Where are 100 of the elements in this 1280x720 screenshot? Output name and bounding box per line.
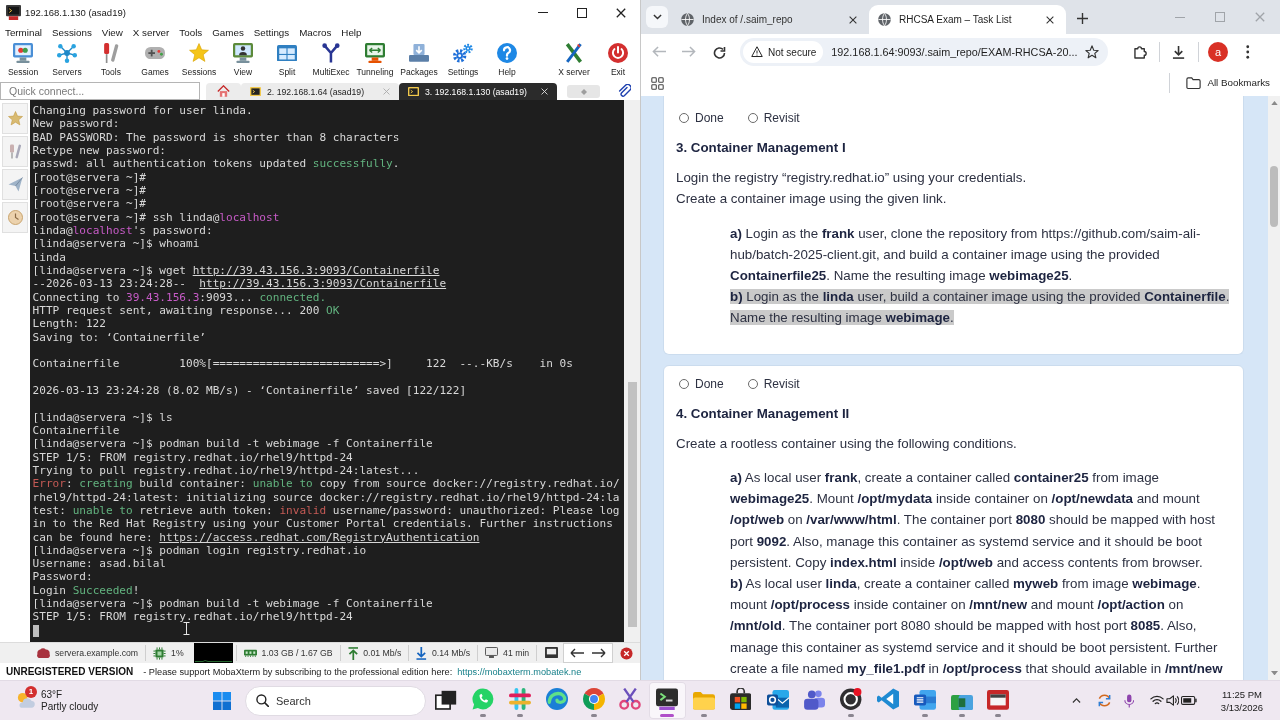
- terminal-line: 2026-03-13 23:24:28 (8.02 MB/s) - ‘Containerfile’ saved [122/122]: [32, 383, 468, 398]
- quick-connect-field[interactable]: Quick connect...: [0, 82, 200, 100]
- terminal-link[interactable]: http://39.43.156.3:9093/Containerfile: [199, 277, 447, 291]
- toolbar-button[interactable]: Tools: [89, 41, 133, 82]
- search-field[interactable]: Search: [245, 685, 426, 716]
- session-tab[interactable]: 3. 192.168.1.130 (asad19): [399, 83, 557, 100]
- bookmarks-folder[interactable]: All Bookmarks: [1186, 77, 1270, 89]
- menu-item[interactable]: X server: [127, 25, 175, 41]
- toolbar-button[interactable]: Tunneling: [353, 41, 397, 82]
- paper-plane-icon: [7, 177, 23, 192]
- terminal-line: [linda@servera ~]$ ls: [32, 410, 174, 424]
- back-arrow-icon: [652, 46, 666, 58]
- color-wheel-icon: [582, 688, 605, 710]
- scrollbar[interactable]: [1268, 96, 1280, 680]
- toolbar-button[interactable]: View: [221, 41, 265, 82]
- home-tab[interactable]: [206, 83, 241, 100]
- tab-list-button[interactable]: [646, 6, 668, 28]
- radio-button[interactable]: [747, 378, 758, 389]
- document-icon: [913, 690, 936, 710]
- profile-avatar[interactable]: a: [1208, 42, 1228, 62]
- radio-label[interactable]: Done: [695, 111, 724, 125]
- sun-cloud-icon: [16, 692, 35, 709]
- overlapping-squares-icon: [950, 694, 973, 710]
- task-heading: 4. Container Management II: [676, 404, 851, 423]
- star-icon: [7, 111, 23, 126]
- menu-item[interactable]: Macros: [294, 25, 337, 41]
- terminal-line: Containerfile 100%[=========================>] 122 --.-KB/s in 0s: [32, 357, 574, 371]
- status-text: 1%: [171, 648, 184, 658]
- menu-item[interactable]: Tools: [174, 25, 208, 41]
- toolbar-button[interactable]: Servers: [45, 41, 89, 82]
- radio-button[interactable]: [679, 378, 689, 389]
- download-icon: [416, 646, 427, 660]
- terminal-line: [linda@servera ~]$ whoami: [32, 237, 201, 251]
- cloud-icon: [37, 647, 50, 659]
- terminal-line: Containerfile: [32, 423, 121, 438]
- terminal-line: STEP 1/5: FROM registry.redhat.io/rhel9/httpd-24: [32, 610, 354, 624]
- weather-widget[interactable]: 1 63°F Partly cloudy: [16, 688, 210, 713]
- menu-item[interactable]: View: [96, 25, 128, 41]
- terminal-line: [root@servera ~]#: [32, 197, 147, 211]
- unregistered-label: UNREGISTERED VERSION: [6, 666, 134, 677]
- toolbar-button[interactable]: Session: [1, 41, 45, 82]
- left-arrow-icon: [570, 648, 584, 658]
- window-tile-icon: [987, 690, 1010, 710]
- menu-item[interactable]: Settings: [248, 25, 295, 41]
- gamepad-icon: [145, 46, 165, 60]
- monitor-icon: [485, 647, 499, 659]
- menu-item[interactable]: Terminal: [0, 25, 48, 41]
- chevron-up-icon: [1071, 697, 1081, 704]
- toolbar-button[interactable]: Split: [265, 41, 309, 82]
- scrollbar-thumb[interactable]: [1270, 166, 1278, 228]
- browser-tab[interactable]: RHCSA Exam – Task List: [869, 5, 1066, 34]
- task-text: Create a rootless container using the following conditions.: [676, 434, 1018, 453]
- paperclip-icon[interactable]: [618, 84, 631, 97]
- scrollbar-thumb[interactable]: [627, 382, 637, 627]
- status-text: 41 min: [503, 648, 530, 658]
- radio-label[interactable]: Done: [695, 376, 724, 391]
- browser-tab[interactable]: Index of /.saim_repo: [672, 5, 869, 34]
- terminal-window-icon: [6, 5, 21, 20]
- toolbar-button[interactable]: Settings: [441, 41, 485, 82]
- radio-button[interactable]: [747, 113, 758, 123]
- clock-time[interactable]: 11:25 PM: [1222, 687, 1262, 701]
- menu-icon: [1246, 45, 1250, 59]
- terminal-link[interactable]: https://access.redhat.com/RegistryAuthentication: [159, 530, 480, 544]
- status-text: 1.03 GB / 1.67 GB: [261, 648, 333, 658]
- down-arrow-icon: [1270, 670, 1278, 675]
- taskbar-app-button[interactable]: [648, 682, 686, 719]
- toolbar-button[interactable]: Help: [485, 41, 529, 82]
- record-circle-icon: [840, 688, 863, 710]
- menu-item[interactable]: Games: [207, 25, 249, 41]
- toolbar-button[interactable]: Exit: [596, 41, 640, 82]
- task-step: a) As local user frank, create a container called container25 from image webimage25. Mount /opt/mydata inside container on /opt/newdata and mount /opt/web on /var/www/html. The container port 8080 should be mapped with host port 9092. Also, manage this container as systemd service and it should be boot persistent. Copy index.html inside /opt/web and access contents from browser.: [730, 466, 1234, 573]
- terminal-line: BAD PASSWORD: The password is shorter than 8 characters: [32, 130, 401, 144]
- toolbar-button[interactable]: MultiExec: [309, 41, 353, 82]
- terminal-line: Retype new password:: [32, 144, 167, 158]
- next-button[interactable]: [592, 648, 606, 658]
- toolbar-button[interactable]: Packages: [397, 41, 441, 82]
- diamond-icon: [580, 88, 587, 95]
- toolbar-button[interactable]: Sessions: [177, 41, 221, 82]
- clock-date[interactable]: 3/13/2026: [1220, 700, 1264, 714]
- terminal-line: Error: creating build container: unable to copy from source docker://registry.redhat.io/: [32, 477, 621, 491]
- status-text: 0.14 Mb/s: [431, 648, 471, 658]
- previous-button[interactable]: [570, 648, 584, 658]
- session-tab[interactable]: 2. 192.168.1.64 (asad19): [241, 83, 399, 100]
- folder-icon: [692, 692, 715, 710]
- toolbar-button[interactable]: Games: [133, 41, 177, 82]
- radio-button[interactable]: [679, 113, 689, 123]
- radio-label[interactable]: Revisit: [763, 111, 800, 125]
- scrollbar[interactable]: [624, 100, 640, 642]
- address-bar[interactable]: Not secure 192.168.1.64:9093/.saim_repo/EXAM-RHCSA-20...: [740, 38, 1108, 66]
- terminal-link[interactable]: http://39.43.156.3:9093/Containerfile: [192, 263, 440, 277]
- radio-label[interactable]: Revisit: [763, 376, 800, 391]
- crossed-strokes-icon: [565, 43, 583, 63]
- subscription-link[interactable]: https://mobaxterm.mobatek.ne: [457, 666, 582, 677]
- terminal-line: [linda@servera ~]$ podman login registry.redhat.io: [32, 543, 368, 558]
- fork-icon: [322, 43, 340, 63]
- terminal-line: [root@servera ~]#: [32, 183, 147, 198]
- toolbar-button[interactable]: X server: [552, 41, 596, 82]
- menu-item[interactable]: Help: [336, 25, 367, 41]
- security-chip[interactable]: Not secure: [743, 41, 824, 63]
- menu-item[interactable]: Sessions: [47, 25, 97, 41]
